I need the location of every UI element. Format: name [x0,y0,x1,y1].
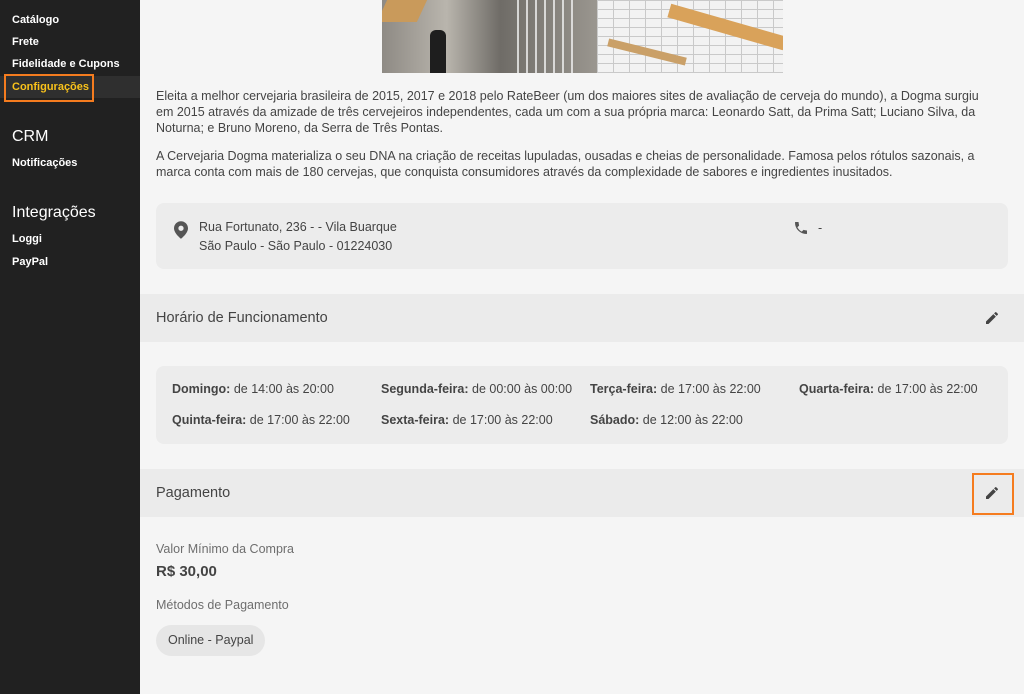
min-purchase-value: R$ 30,00 [156,563,217,580]
hours-entry: Sexta-feira: de 17:00 às 22:00 [381,413,553,427]
hours-card: Domingo: de 14:00 às 20:00 Segunda-feira… [156,366,1008,444]
hours-entry: Quinta-feira: de 17:00 às 22:00 [172,413,350,427]
hours-entry: Quarta-feira: de 17:00 às 22:00 [799,382,978,396]
hours-section-title: Horário de Funcionamento [156,310,328,326]
hours-entry: Terça-feira: de 17:00 às 22:00 [590,382,761,396]
payment-methods-label: Métodos de Pagamento [156,598,289,612]
hours-entry: Segunda-feira: de 00:00 às 00:00 [381,382,573,396]
hours-section-header: Horário de Funcionamento [140,294,1024,342]
address-card: Rua Fortunato, 236 - - Vila Buarque São … [156,203,1008,269]
sidebar-item-loggi[interactable]: Loggi [12,232,42,246]
sidebar-heading-integracoes: Integrações [12,204,96,221]
address-line-city: São Paulo - São Paulo - 01224030 [199,239,393,253]
payment-section-title: Pagamento [156,485,231,501]
sidebar-item-frete[interactable]: Frete [12,35,39,49]
hours-entry: Domingo: de 14:00 às 20:00 [172,382,334,396]
sidebar-item-fidelidade[interactable]: Fidelidade e Cupons [12,57,120,71]
main-content: Eleita a melhor cervejaria brasileira de… [140,0,1024,694]
location-pin-icon [174,221,188,239]
edit-payment-highlight-box [972,473,1014,515]
pencil-edit-icon [986,311,998,324]
edit-hours-button[interactable] [974,300,1010,336]
sidebar-item-catalogo[interactable]: Catálogo [12,13,59,27]
phone-number: - [818,221,823,235]
sidebar: ▀▀ Catálogo Frete Fidelidade e Cupons Co… [0,0,140,694]
hours-entry: Sábado: de 12:00 às 22:00 [590,413,743,427]
address-line-street: Rua Fortunato, 236 - - Vila Buarque [199,220,397,234]
sidebar-item-paypal[interactable]: PayPal [12,255,48,269]
min-purchase-label: Valor Mínimo da Compra [156,542,295,556]
sidebar-item-notificacoes[interactable]: Notificações [12,156,77,170]
store-cover-image [382,0,783,73]
payment-method-chip: Online - Paypal [156,625,266,656]
phone-icon [795,222,807,234]
sidebar-cut-heading: ▀▀ [12,0,42,2]
store-description-paragraph: A Cervejaria Dogma materializa o seu DNA… [156,149,975,179]
payment-section-header: Pagamento [140,469,1024,517]
sidebar-item-highlight-box [4,74,94,102]
store-description-paragraph: Eleita a melhor cervejaria brasileira de… [156,89,979,135]
sidebar-heading-crm: CRM [12,128,49,145]
